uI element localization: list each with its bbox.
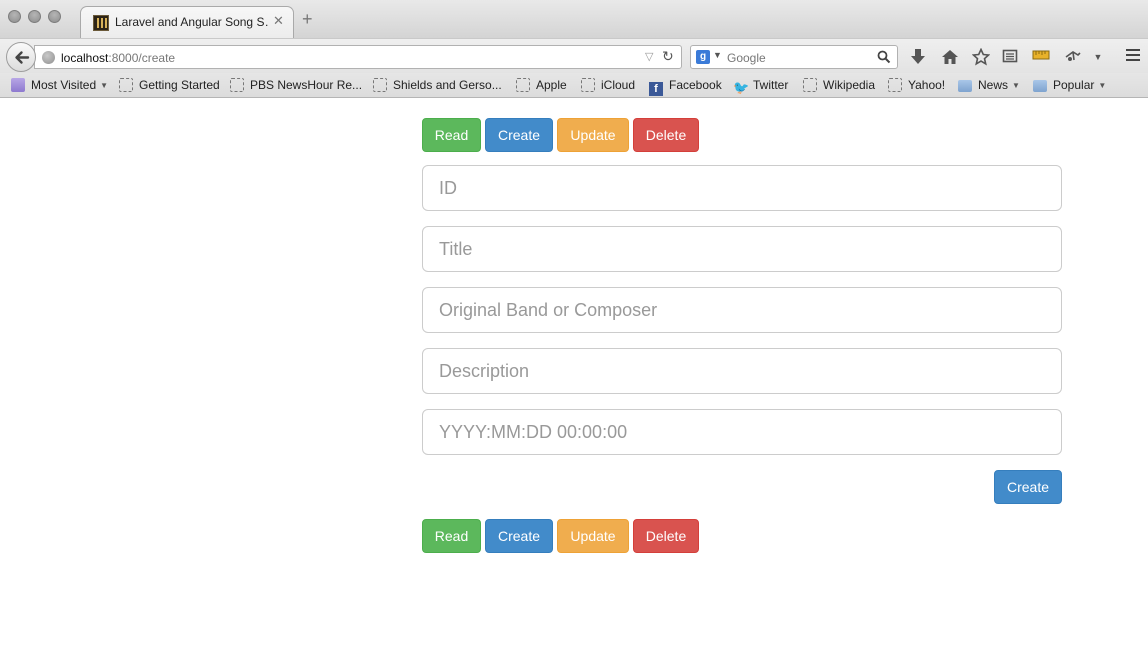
url-history-dropdown-icon[interactable]: ▽ (645, 50, 653, 63)
bookmark-apple[interactable]: Apple (516, 78, 567, 94)
page-icon (230, 78, 244, 92)
url-host: localhost (61, 51, 109, 65)
back-arrow-icon (15, 51, 30, 64)
bookmark-yahoo[interactable]: Yahoo! (888, 78, 945, 94)
url-bar[interactable]: localhost:8000/create ▽ ↻ (34, 45, 682, 69)
extension-icon[interactable] (1064, 48, 1082, 66)
search-icon[interactable] (877, 50, 891, 64)
back-button[interactable] (6, 42, 36, 72)
id-input[interactable] (422, 165, 1062, 211)
ruler-icon[interactable] (1032, 48, 1050, 66)
browser-tab[interactable]: Laravel and Angular Song S… ✕ (80, 6, 294, 38)
bookmark-most-visited[interactable]: Most Visited ▼ (11, 78, 108, 94)
read-button[interactable]: Read (422, 118, 481, 152)
delete-button[interactable]: Delete (633, 118, 699, 152)
smart-folder-icon (11, 78, 25, 92)
read-button[interactable]: Read (422, 519, 481, 553)
title-bar: Laravel and Angular Song S… ✕ + (0, 0, 1148, 38)
bookmark-folder-news[interactable]: News ▼ (958, 78, 1020, 94)
google-engine-icon[interactable]: g (696, 50, 710, 64)
bookmark-twitter[interactable]: 🐦 Twitter (733, 78, 788, 95)
create-button[interactable]: Create (485, 519, 553, 553)
title-input[interactable] (422, 226, 1062, 272)
submit-create-button[interactable]: Create (994, 470, 1062, 504)
page-icon (516, 78, 530, 92)
chevron-down-icon: ▼ (1012, 81, 1020, 90)
page-icon (888, 78, 902, 92)
folder-icon (1033, 80, 1047, 92)
tab-close-icon[interactable]: ✕ (273, 13, 284, 29)
facebook-icon: f (649, 82, 663, 96)
update-button[interactable]: Update (557, 118, 629, 152)
chevron-down-icon: ▼ (1098, 81, 1107, 90)
close-window-icon[interactable] (8, 10, 21, 23)
band-composer-input[interactable] (422, 287, 1062, 333)
home-icon[interactable] (941, 48, 959, 66)
bookmark-shields-and-gerson[interactable]: Shields and Gerso... (373, 78, 502, 94)
globe-icon (42, 51, 55, 64)
bookmark-star-icon[interactable] (971, 47, 991, 66)
reload-icon[interactable]: ↻ (662, 48, 674, 65)
page-icon (119, 78, 133, 92)
minimize-window-icon[interactable] (28, 10, 41, 23)
navigation-toolbar: localhost:8000/create ▽ ↻ g ▼ Google ▼ (0, 38, 1148, 73)
page-icon (373, 78, 387, 92)
menu-icon[interactable] (1124, 48, 1142, 66)
page-content: Read Create Update Delete Create Read Cr… (0, 98, 1148, 668)
bookmark-folder-popular[interactable]: Popular ▼ (1033, 78, 1106, 94)
folder-icon (958, 80, 972, 92)
tab-title: Laravel and Angular Song S… (115, 15, 269, 29)
search-input[interactable]: Google (727, 51, 766, 65)
engine-dropdown-icon[interactable]: ▼ (713, 50, 722, 60)
bookmark-getting-started[interactable]: Getting Started (119, 78, 220, 94)
bookmark-pbs-newshour[interactable]: PBS NewsHour Re... (230, 78, 362, 94)
toolbar-dropdown-icon[interactable]: ▼ (1089, 48, 1107, 66)
bookmark-icloud[interactable]: iCloud (581, 78, 635, 94)
url-path: :8000/create (108, 51, 176, 65)
date-input[interactable] (422, 409, 1062, 455)
zoom-window-icon[interactable] (48, 10, 61, 23)
bookmark-wikipedia[interactable]: Wikipedia (803, 78, 875, 94)
download-icon[interactable] (909, 48, 927, 66)
tab-favicon-icon (93, 15, 109, 31)
delete-button[interactable]: Delete (633, 519, 699, 553)
update-button[interactable]: Update (557, 519, 629, 553)
reading-list-icon[interactable] (1001, 48, 1019, 66)
page-icon (803, 78, 817, 92)
bookmark-facebook[interactable]: f Facebook (649, 78, 722, 96)
url-text[interactable]: localhost:8000/create (61, 51, 175, 65)
bookmarks-toolbar: Most Visited ▼ Getting Started PBS NewsHo… (0, 73, 1148, 98)
new-tab-icon[interactable]: + (302, 10, 313, 28)
search-bar[interactable]: g ▼ Google (690, 45, 898, 69)
page-icon (581, 78, 595, 92)
description-input[interactable] (422, 348, 1062, 394)
create-button[interactable]: Create (485, 118, 553, 152)
twitter-icon: 🐦 (733, 80, 750, 95)
chevron-down-icon: ▼ (100, 81, 109, 90)
browser-chrome: Laravel and Angular Song S… ✕ + localhos… (0, 0, 1148, 98)
